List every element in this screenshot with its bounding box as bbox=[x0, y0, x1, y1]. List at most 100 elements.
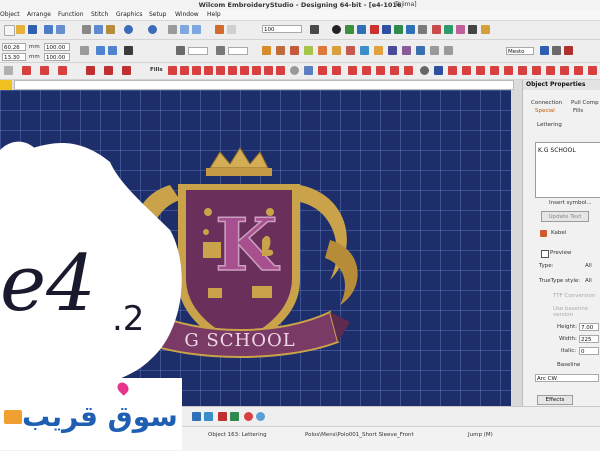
italic-field[interactable]: 0 bbox=[579, 347, 599, 355]
design-library-icon[interactable] bbox=[394, 25, 403, 34]
applique-icon[interactable] bbox=[360, 46, 369, 55]
align-right-icon[interactable] bbox=[444, 46, 453, 55]
skew-field[interactable] bbox=[228, 47, 248, 55]
elastic-icon[interactable] bbox=[416, 46, 425, 55]
design-canvas[interactable]: K G SCHOOL e4 .2 bbox=[0, 90, 522, 406]
fill-pattern-d-icon[interactable] bbox=[504, 66, 513, 75]
settings-icon[interactable] bbox=[418, 25, 427, 34]
show-stitches-icon[interactable] bbox=[215, 25, 224, 34]
insert-symbol-link[interactable]: Insert symbol... bbox=[549, 200, 592, 206]
fill-cross-icon[interactable] bbox=[228, 66, 237, 75]
fill-pattern-i-icon[interactable] bbox=[574, 66, 583, 75]
menu-stitch[interactable]: Stitch bbox=[91, 11, 108, 18]
open-folder-icon[interactable] bbox=[16, 25, 25, 34]
print-icon[interactable] bbox=[44, 25, 53, 34]
info-icon[interactable] bbox=[332, 25, 341, 34]
globe-icon[interactable] bbox=[256, 412, 265, 421]
menu-function[interactable]: Function bbox=[58, 11, 84, 18]
redo-icon[interactable] bbox=[148, 25, 157, 34]
preview-checkbox[interactable] bbox=[541, 250, 549, 258]
canvas-vertical-scrollbar[interactable] bbox=[511, 90, 522, 406]
baseline-dropdown[interactable]: Arc CW bbox=[535, 374, 599, 382]
stitch-list-icon[interactable] bbox=[204, 412, 213, 421]
fill-gradient-icon[interactable] bbox=[304, 66, 313, 75]
color-palette-icon[interactable] bbox=[357, 25, 366, 34]
shirt-green-icon[interactable] bbox=[444, 25, 453, 34]
tatami-icon[interactable] bbox=[290, 46, 299, 55]
fill-red-icon[interactable] bbox=[448, 66, 457, 75]
outline-icon[interactable] bbox=[318, 46, 327, 55]
hoop-icon[interactable] bbox=[382, 25, 391, 34]
embroidery-crest[interactable]: K G SCHOOL e4 .2 bbox=[0, 90, 522, 406]
rotate-field[interactable] bbox=[188, 47, 208, 55]
satin-icon[interactable] bbox=[276, 46, 285, 55]
fill-pattern-f-icon[interactable] bbox=[532, 66, 541, 75]
complex-fill-icon[interactable] bbox=[86, 66, 95, 75]
copy-icon[interactable] bbox=[94, 25, 103, 34]
column-b-icon[interactable] bbox=[58, 66, 67, 75]
menu-graphics[interactable]: Graphics bbox=[116, 11, 143, 18]
fill-pattern-j-icon[interactable] bbox=[588, 66, 597, 75]
zoom-box-icon[interactable] bbox=[168, 25, 177, 34]
update-text-button[interactable]: Update Text bbox=[541, 211, 589, 222]
document-tab-close[interactable] bbox=[0, 80, 12, 90]
save-icon[interactable] bbox=[28, 25, 37, 34]
fill-pattern-e-icon[interactable] bbox=[518, 66, 527, 75]
fill-raised-icon[interactable] bbox=[252, 66, 261, 75]
tab-pull-comp[interactable]: Pull Comp bbox=[571, 100, 599, 106]
text-color-icon[interactable] bbox=[564, 46, 573, 55]
print-preview-icon[interactable] bbox=[56, 25, 65, 34]
shirt-red-icon[interactable] bbox=[432, 25, 441, 34]
fill-contour-icon[interactable] bbox=[390, 66, 399, 75]
lettering-icon[interactable] bbox=[388, 46, 397, 55]
rotate-left-icon[interactable] bbox=[176, 46, 185, 55]
lock-proportions-icon[interactable] bbox=[80, 46, 89, 55]
column-a-icon[interactable] bbox=[40, 66, 49, 75]
fill-pattern-g-icon[interactable] bbox=[546, 66, 555, 75]
fill-pattern-b-icon[interactable] bbox=[476, 66, 485, 75]
rotate-icon[interactable] bbox=[108, 46, 117, 55]
backstitch-icon[interactable] bbox=[332, 46, 341, 55]
fill-wave-icon[interactable] bbox=[318, 66, 327, 75]
menu-object[interactable]: Object bbox=[0, 11, 20, 18]
color-film-icon[interactable] bbox=[192, 412, 201, 421]
lock-icon[interactable] bbox=[481, 25, 490, 34]
text-bold-icon[interactable] bbox=[540, 46, 549, 55]
effects-icon[interactable] bbox=[304, 46, 313, 55]
stitch-type-icon[interactable] bbox=[262, 46, 271, 55]
zoom-out-icon[interactable] bbox=[192, 25, 201, 34]
paste-icon[interactable] bbox=[106, 25, 115, 34]
undo-icon[interactable] bbox=[124, 25, 133, 34]
fill-satin-icon[interactable] bbox=[168, 66, 177, 75]
align-left-icon[interactable] bbox=[430, 46, 439, 55]
fill-motif-icon[interactable] bbox=[192, 66, 201, 75]
fill-pattern-a-icon[interactable] bbox=[462, 66, 471, 75]
menu-help[interactable]: Help bbox=[207, 11, 221, 18]
run-stitch-icon[interactable] bbox=[346, 46, 355, 55]
zoom-field[interactable]: 100 bbox=[262, 25, 302, 33]
product-visualizer-icon[interactable] bbox=[406, 25, 415, 34]
fill-blue-icon[interactable] bbox=[434, 66, 443, 75]
tab-connection[interactable]: Connection bbox=[531, 100, 562, 106]
fill-zigzag-icon[interactable] bbox=[240, 66, 249, 75]
cut-icon[interactable] bbox=[82, 25, 91, 34]
position-x-field[interactable]: 60.26 bbox=[2, 43, 26, 51]
tab-special[interactable]: Special bbox=[535, 108, 555, 114]
new-file-icon[interactable] bbox=[4, 25, 15, 36]
fill-pattern-c-icon[interactable] bbox=[490, 66, 499, 75]
fill-flexi-icon[interactable] bbox=[376, 66, 385, 75]
text-italic-icon[interactable] bbox=[552, 46, 561, 55]
fill-radial-icon[interactable] bbox=[290, 66, 299, 75]
font-dropdown[interactable]: Mesto bbox=[506, 47, 534, 55]
blackwork-icon[interactable] bbox=[122, 66, 131, 75]
fill-color-blend-icon[interactable] bbox=[332, 66, 341, 75]
width-field[interactable]: 100.00 bbox=[44, 43, 70, 51]
font-name[interactable]: Kabel bbox=[551, 230, 566, 236]
team-names-icon[interactable] bbox=[402, 46, 411, 55]
fill-tatami-icon[interactable] bbox=[180, 66, 189, 75]
travel-icon[interactable] bbox=[345, 25, 354, 34]
type-value[interactable]: All bbox=[585, 263, 592, 269]
no-fill-icon[interactable] bbox=[218, 412, 227, 421]
fill-spiral-icon[interactable] bbox=[404, 66, 413, 75]
height-field[interactable]: 7.00 bbox=[579, 323, 599, 331]
